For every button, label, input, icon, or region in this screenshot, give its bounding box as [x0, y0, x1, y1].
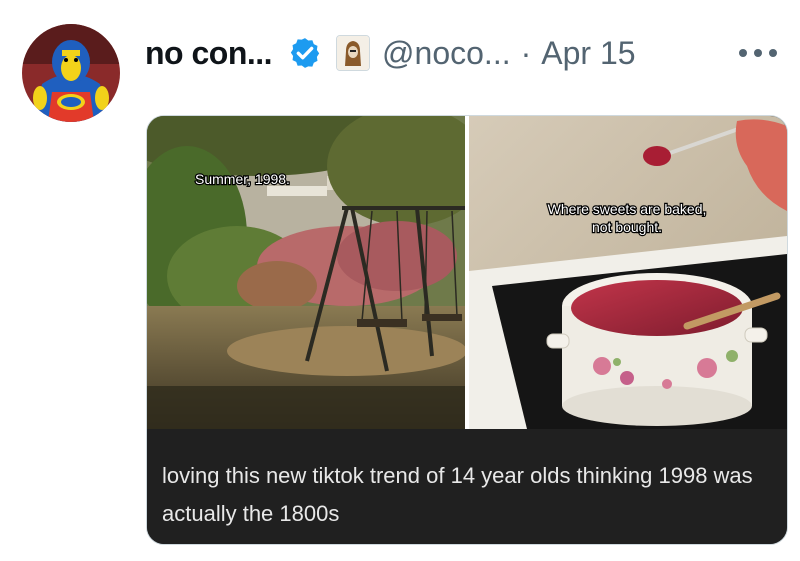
avatar-image [22, 24, 120, 122]
media-image[interactable]: Summer, 1998. Where sweets are baked, no… [147, 116, 787, 429]
more-options-icon[interactable] [736, 46, 780, 60]
media-card[interactable]: Summer, 1998. Where sweets are baked, no… [146, 115, 788, 545]
left-photo-caption: Summer, 1998. [195, 171, 290, 187]
media-caption: loving this new tiktok trend of 14 year … [162, 463, 753, 526]
handle[interactable]: @noco... [382, 35, 511, 72]
display-name[interactable]: no con... [145, 35, 273, 72]
right-photo-caption-line2: not bought. [592, 219, 662, 235]
right-photo-caption-line1: Where sweets are baked, [548, 201, 707, 217]
left-photo: Summer, 1998. [147, 116, 487, 429]
affiliate-badge-icon[interactable] [336, 35, 371, 71]
tweet-date[interactable]: Apr 15 [541, 35, 635, 72]
right-photo: Where sweets are baked, not bought. [469, 116, 787, 429]
verified-badge-icon[interactable] [288, 36, 322, 70]
separator-dot: · [520, 34, 532, 71]
caption-box: loving this new tiktok trend of 14 year … [147, 429, 787, 544]
avatar[interactable] [22, 24, 120, 122]
tweet-header: no con... @noco... · Apr 15 [145, 28, 780, 78]
